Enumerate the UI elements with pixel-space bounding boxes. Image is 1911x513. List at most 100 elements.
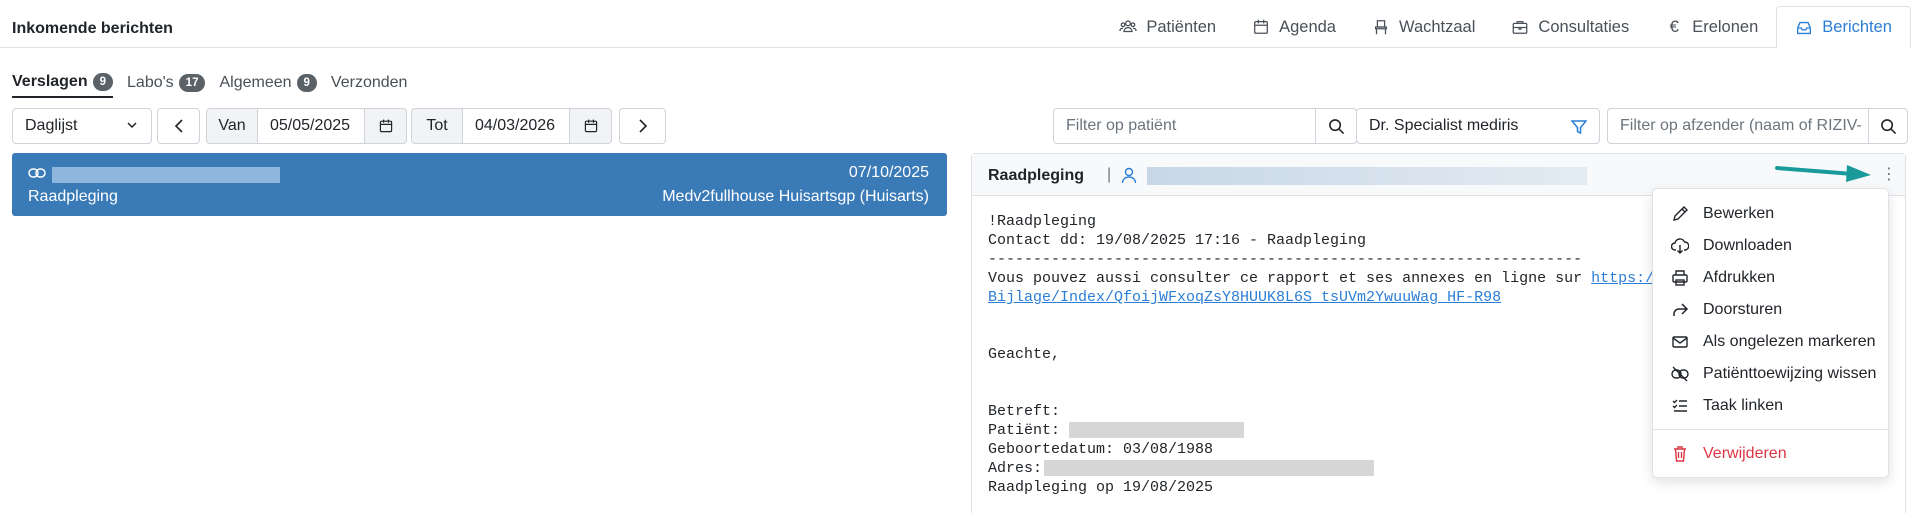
envelope-icon	[1672, 336, 1688, 348]
subtab-labos[interactable]: Labo's 17	[127, 68, 206, 98]
nav-tab-consultaties[interactable]: Consultaties	[1493, 6, 1647, 48]
report-link-continued[interactable]: Bijlage/Index/QfoijWFxoqZsY8HUUK8L6S_tsU…	[988, 289, 1501, 306]
to-date-picker-button[interactable]	[569, 108, 612, 144]
nav-tab-patienten[interactable]: Patiënten	[1101, 6, 1234, 48]
redacted-patient	[1069, 422, 1245, 439]
patient-filter-placeholder: Filter op patiënt	[1066, 117, 1177, 134]
unlink-icon	[1671, 366, 1689, 382]
message-type: Raadpleging	[28, 188, 118, 205]
search-icon	[1328, 118, 1344, 134]
to-label-text: Tot	[426, 117, 448, 134]
next-date-button[interactable]	[619, 108, 666, 144]
menu-item-label: Taak linken	[1703, 397, 1784, 414]
patient-filter-input[interactable]: Filter op patiënt	[1053, 108, 1316, 144]
nav-tab-berichten[interactable]: Berichten	[1776, 6, 1911, 49]
cloud-download-icon	[1671, 238, 1689, 254]
sender-filter-input[interactable]: Filter op afzender (naam of RIZIV-	[1607, 108, 1869, 144]
link-icon	[28, 168, 46, 178]
doctor-select[interactable]: Dr. Specialist mediris	[1356, 108, 1600, 144]
inbox-icon	[1797, 21, 1812, 34]
header-separator: |	[1107, 166, 1112, 183]
body-line: Contact dd: 19/08/2025 17:16 - Raadplegi…	[988, 232, 1367, 249]
detail-title: Raadpleging	[988, 167, 1085, 184]
count-badge: 17	[178, 74, 206, 92]
calendar-icon	[379, 119, 392, 133]
menu-item-downloaden[interactable]: Downloaden	[1653, 232, 1888, 260]
prev-date-button[interactable]	[157, 108, 200, 144]
body-line: Raadpleging op 19/08/2025	[988, 479, 1214, 496]
euro-icon: €	[1669, 17, 1679, 36]
nav-tab-label: Wachtzaal	[1398, 17, 1476, 36]
trash-icon	[1674, 446, 1686, 462]
menu-item-label: Afdrukken	[1703, 269, 1776, 286]
subtab-verzonden[interactable]: Verzonden	[331, 68, 408, 98]
list-type-select[interactable]: Daglijst	[12, 108, 152, 144]
more-options-icon[interactable]: ⋮	[1881, 165, 1897, 185]
person-icon[interactable]	[1120, 166, 1138, 184]
search-icon	[1880, 118, 1896, 134]
chevron-down-icon	[127, 122, 137, 129]
from-label-text: Van	[218, 117, 246, 134]
nav-tab-label: Berichten	[1822, 18, 1892, 36]
subtab-label: Verzonden	[330, 74, 408, 91]
message-list-item[interactable]: 07/10/2025 Raadpleging Medv2fullhouse Hu…	[12, 153, 947, 216]
nav-tab-erelonen[interactable]: € Erelonen	[1647, 6, 1776, 48]
menu-item-verwijderen[interactable]: Verwijderen	[1653, 440, 1888, 468]
sender-search-button[interactable]	[1868, 108, 1908, 144]
subtab-label: Algemeen	[219, 74, 292, 91]
from-date-value: 05/05/2025	[270, 117, 351, 134]
menu-item-als-ongelezen-markeren[interactable]: Als ongelezen markeren	[1653, 328, 1888, 356]
menu-item-label: Patiënttoewijzing wissen	[1703, 365, 1877, 382]
chevron-right-icon	[638, 119, 647, 133]
calendar-icon	[1254, 19, 1269, 34]
menu-item-label: Als ongelezen markeren	[1703, 333, 1876, 350]
body-line: ----------------------------------------…	[988, 251, 1583, 268]
message-body: !Raadpleging Contact dd: 19/08/2025 17:1…	[988, 212, 1672, 497]
message-date: 07/10/2025	[848, 164, 929, 181]
body-line: Geboortedatum: 03/08/1988	[988, 441, 1214, 458]
options-dropdown-menu: Bewerken Downloaden Afdrukken Doorsturen…	[1652, 188, 1889, 478]
list-type-value: Daglijst	[25, 117, 78, 134]
nav-tab-label: Erelonen	[1692, 17, 1759, 36]
body-line: Betreft:	[988, 403, 1061, 420]
doctor-select-value: Dr. Specialist mediris	[1369, 117, 1519, 134]
briefcase-icon	[1513, 20, 1528, 34]
menu-item-label: Doorsturen	[1703, 301, 1783, 318]
nav-tab-agenda[interactable]: Agenda	[1234, 6, 1354, 48]
annotation-arrow	[1775, 165, 1871, 182]
from-label: Van	[206, 108, 258, 144]
menu-divider	[1653, 429, 1888, 430]
users-icon	[1119, 20, 1138, 33]
body-line: Vous pouvez aussi consulter ce rapport e…	[988, 270, 1592, 287]
from-date-input[interactable]: 05/05/2025	[257, 108, 365, 144]
nav-tab-label: Agenda	[1279, 17, 1336, 36]
top-bar: Inkomende berichten Patiënten Agenda Wac…	[0, 0, 1911, 49]
forward-icon	[1673, 303, 1689, 316]
menu-item-patienttoewijzing-wissen[interactable]: Patiënttoewijzing wissen	[1653, 360, 1888, 388]
to-label: Tot	[411, 108, 463, 144]
redacted-address	[1044, 460, 1375, 477]
to-date-input[interactable]: 04/03/2026	[462, 108, 570, 144]
menu-item-taak-linken[interactable]: Taak linken	[1653, 392, 1888, 420]
filter-icon	[1571, 120, 1587, 135]
menu-item-afdrukken[interactable]: Afdrukken	[1653, 264, 1888, 292]
subtabs: Verslagen 9 Labo's 17 Algemeen 9 Verzond…	[12, 68, 421, 98]
from-date-picker-button[interactable]	[364, 108, 407, 144]
menu-item-bewerken[interactable]: Bewerken	[1653, 200, 1888, 228]
count-badge: 9	[92, 73, 114, 91]
redacted-patient-name	[52, 167, 280, 183]
calendar-icon	[584, 119, 597, 133]
subtab-algemeen[interactable]: Algemeen 9	[219, 68, 317, 98]
pencil-icon	[1673, 206, 1688, 221]
subtab-label: Verslagen	[12, 73, 88, 90]
menu-item-label: Downloaden	[1703, 237, 1792, 254]
body-line: Patiënt:	[988, 422, 1070, 439]
nav-tab-wachtzaal[interactable]: Wachtzaal	[1354, 6, 1493, 48]
menu-item-label: Bewerken	[1703, 205, 1775, 222]
body-line: Geachte,	[988, 346, 1061, 363]
patient-search-button[interactable]	[1315, 108, 1357, 144]
chair-icon	[1374, 20, 1388, 35]
chevron-left-icon	[174, 119, 183, 133]
menu-item-doorsturen[interactable]: Doorsturen	[1653, 296, 1888, 324]
subtab-verslagen[interactable]: Verslagen 9	[12, 68, 114, 98]
